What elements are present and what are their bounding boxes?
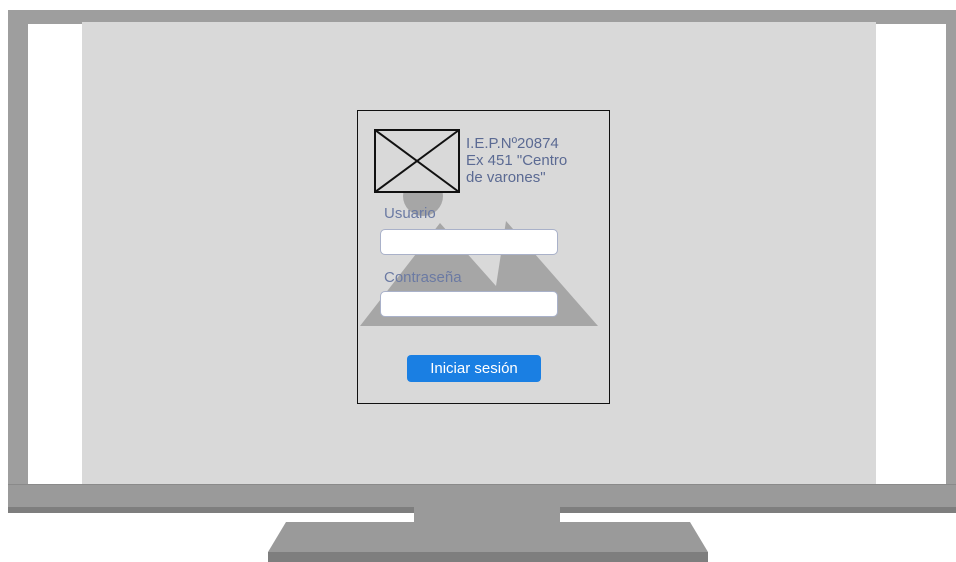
logo-placeholder-icon: [374, 129, 460, 193]
monitor-stand-base: [268, 522, 708, 562]
school-name: I.E.P.Nº20874 Ex 451 "Centro de varones": [466, 135, 568, 186]
password-input[interactable]: [380, 291, 558, 317]
password-label: Contraseña: [384, 269, 462, 286]
monitor-mockup: I.E.P.Nº20874 Ex 451 "Centro de varones"…: [0, 0, 956, 562]
login-button[interactable]: Iniciar sesión: [407, 355, 541, 382]
username-label: Usuario: [384, 205, 436, 222]
login-form: I.E.P.Nº20874 Ex 451 "Centro de varones"…: [357, 110, 610, 404]
username-input[interactable]: [380, 229, 558, 255]
